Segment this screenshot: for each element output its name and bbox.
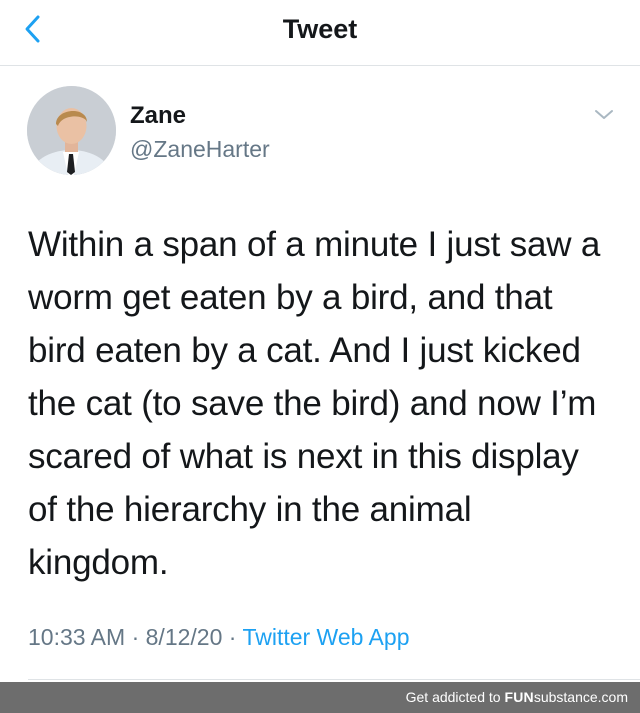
watermark-prefix: Get addicted to (405, 689, 501, 705)
meta-separator: · (131, 624, 140, 650)
tweet-time: 10:33 AM (28, 624, 126, 650)
watermark-text: Get addicted to FUNsubstance.com (406, 689, 628, 705)
page-title: Tweet (282, 14, 358, 44)
top-navigation-bar: Tweet (0, 0, 640, 66)
author-handle[interactable]: @ZaneHarter (130, 136, 270, 163)
watermark-bar: Get addicted to FUNsubstance.com (0, 682, 640, 713)
watermark-brand-rest: substance.com (533, 689, 628, 705)
tweet-detail: Zane @ZaneHarter Within a span of a minu… (0, 66, 640, 682)
profile-photo-icon (27, 86, 116, 175)
meta-separator: · (228, 624, 237, 650)
author-name[interactable]: Zane (130, 102, 186, 130)
avatar[interactable] (27, 86, 116, 175)
tweet-source-link[interactable]: Twitter Web App (242, 624, 409, 650)
divider (28, 679, 640, 680)
tweet-text: Within a span of a minute I just saw a w… (28, 225, 601, 582)
chevron-down-icon (595, 110, 613, 119)
tweet-date: 8/12/20 (145, 624, 223, 650)
more-options-button[interactable] (592, 106, 616, 124)
tweet-metadata: 10:33 AM · 8/12/20 · Twitter Web App (28, 624, 409, 651)
watermark-brand-bold: FUN (504, 689, 534, 705)
